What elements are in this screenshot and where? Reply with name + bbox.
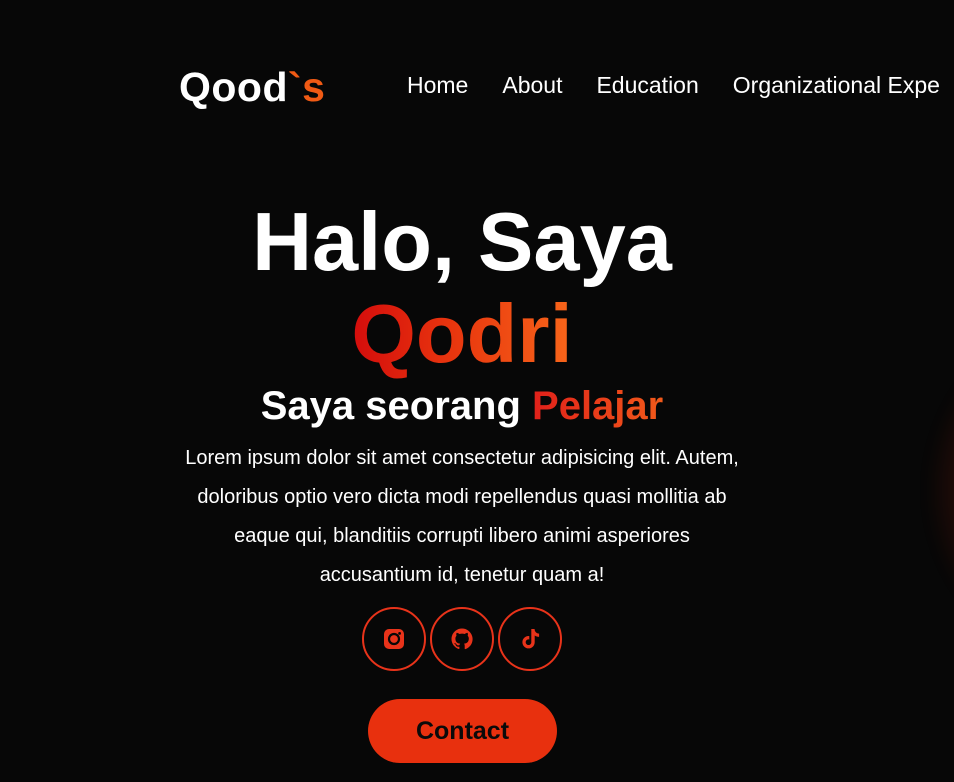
hero-subtitle-prefix: Saya seorang: [260, 384, 521, 428]
instagram-icon: [384, 629, 404, 649]
contact-button[interactable]: Contact: [368, 699, 557, 763]
hero-name: Qodri: [351, 287, 573, 380]
main-nav: Home About Education Organizational Expe: [407, 72, 940, 99]
nav-link-home[interactable]: Home: [407, 72, 468, 99]
github-button[interactable]: [430, 607, 494, 671]
hero-role: Pelajar: [532, 384, 664, 428]
nav-link-organizational-experience[interactable]: Organizational Expe: [733, 72, 940, 99]
hero-heading: Halo, Saya Qodri: [0, 196, 924, 380]
page: Qood`s Home About Education Organization…: [0, 0, 954, 782]
nav-link-about[interactable]: About: [502, 72, 562, 99]
nav-link-education[interactable]: Education: [596, 72, 698, 99]
github-icon: [451, 628, 473, 650]
hero-section: Halo, Saya Qodri Saya seorang Pelajar Lo…: [0, 196, 924, 595]
hero-description: Lorem ipsum dolor sit amet consectetur a…: [185, 447, 739, 586]
hero-subtitle: Saya seorang Pelajar: [0, 382, 924, 430]
logo-main-text: Qood: [179, 64, 289, 110]
social-links: [362, 607, 562, 671]
logo[interactable]: Qood`s: [179, 64, 326, 111]
background-glow: [924, 330, 954, 650]
logo-accent-text: `s: [288, 64, 326, 110]
tiktok-icon: [522, 629, 540, 649]
hero-greeting: Halo, Saya: [252, 195, 672, 288]
tiktok-button[interactable]: [498, 607, 562, 671]
instagram-button[interactable]: [362, 607, 426, 671]
